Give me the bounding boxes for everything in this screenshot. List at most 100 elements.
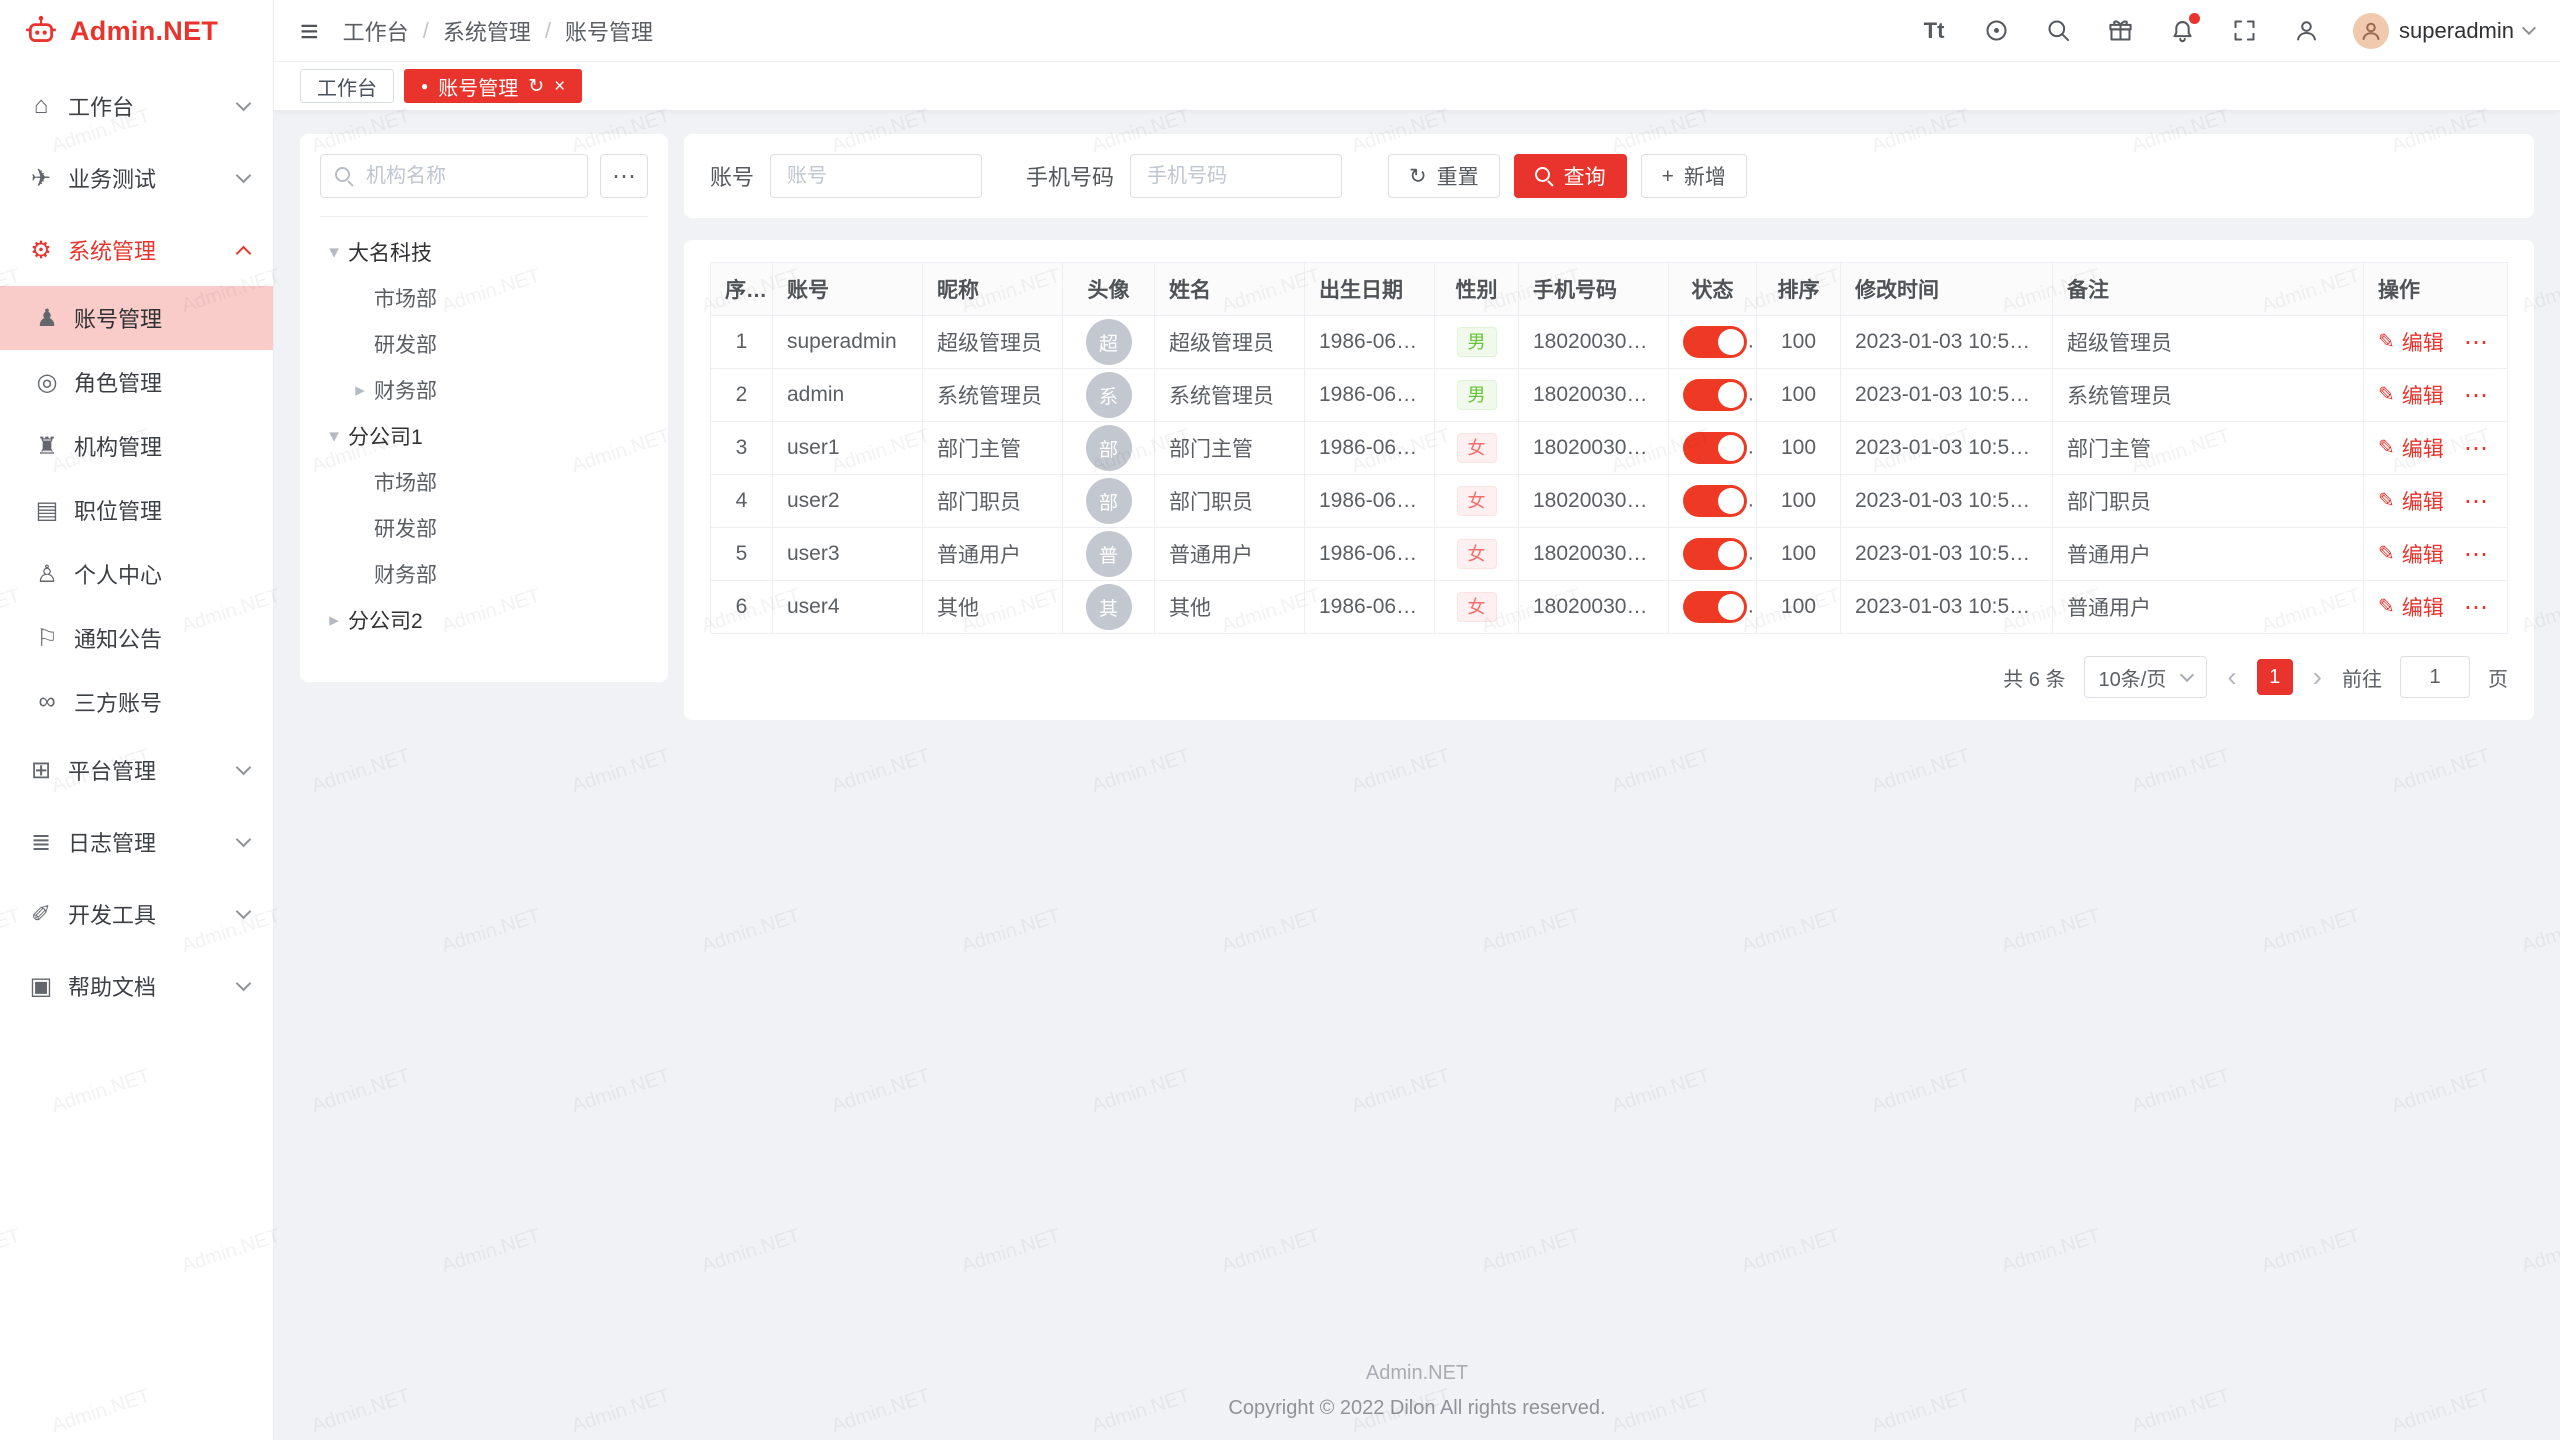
sidebar-item-notice[interactable]: ⚐通知公告	[0, 606, 273, 670]
account-label: 账号	[710, 160, 754, 192]
sidebar-item-role-manage[interactable]: ◎角色管理	[0, 350, 273, 414]
more-actions-button[interactable]: ⋯	[2464, 329, 2488, 356]
font-size-icon[interactable]: Tt	[1919, 16, 1949, 46]
sidebar-item-third-party-account[interactable]: ∞三方账号	[0, 670, 273, 734]
reset-button[interactable]: ↻ 重置	[1388, 154, 1500, 198]
tree-node-label: 研发部	[374, 329, 437, 359]
more-actions-button[interactable]: ⋯	[2464, 541, 2488, 568]
sidebar-item-org-manage[interactable]: ♜机构管理	[0, 414, 273, 478]
tree-node[interactable]: ▾大名科技	[320, 229, 648, 275]
caret-right-icon[interactable]: ▸	[346, 379, 374, 402]
cell-gender: 女	[1435, 422, 1519, 475]
sidebar-item-dev-tools[interactable]: ✐开发工具	[0, 878, 273, 950]
edit-button[interactable]: ✎编辑	[2378, 539, 2444, 569]
topbar-actions: Tt superadmin	[1919, 13, 2534, 49]
page-number-current[interactable]: 1	[2257, 659, 2293, 695]
tree-node-label: 财务部	[374, 375, 437, 405]
search-button[interactable]: 查询	[1514, 154, 1627, 198]
column-header: 手机号码	[1519, 263, 1669, 316]
edit-button[interactable]: ✎编辑	[2378, 380, 2444, 410]
edit-button[interactable]: ✎编辑	[2378, 327, 2444, 357]
tab-refresh-icon[interactable]: ↻	[528, 77, 544, 96]
status-toggle[interactable]	[1683, 379, 1747, 411]
hamburger-icon[interactable]: ≡	[300, 15, 319, 47]
tree-node[interactable]: 研发部	[320, 505, 648, 551]
next-page-button[interactable]: ›	[2311, 663, 2324, 691]
profile-icon[interactable]	[2291, 16, 2321, 46]
logo[interactable]: Admin.NET	[0, 0, 273, 62]
sidebar-item-workbench[interactable]: ⌂工作台	[0, 70, 273, 142]
edit-button[interactable]: ✎编辑	[2378, 592, 2444, 622]
tree-node[interactable]: ▾分公司1	[320, 413, 648, 459]
cell-remark: 普通用户	[2053, 528, 2364, 581]
notification-icon[interactable]	[2167, 16, 2197, 46]
edit-button[interactable]: ✎编辑	[2378, 486, 2444, 516]
sidebar-item-business-test[interactable]: ✈业务测试	[0, 142, 273, 214]
more-actions-button[interactable]: ⋯	[2464, 382, 2488, 409]
status-toggle[interactable]	[1683, 432, 1747, 464]
sidebar-item-position-manage[interactable]: ▤职位管理	[0, 478, 273, 542]
more-actions-button[interactable]: ⋯	[2464, 488, 2488, 515]
sidebar-item-account-manage[interactable]: ♟账号管理	[0, 286, 273, 350]
system-manage-icon: ⚙	[24, 236, 58, 265]
tree-node-label: 财务部	[374, 559, 437, 589]
cell-operations: ✎编辑 ⋯	[2364, 316, 2508, 369]
search-icon[interactable]	[2043, 16, 2073, 46]
status-toggle[interactable]	[1683, 485, 1747, 517]
tree-node[interactable]: 财务部	[320, 551, 648, 597]
account-input[interactable]	[785, 164, 967, 189]
sidebar-item-platform-manage[interactable]: ⊞平台管理	[0, 734, 273, 806]
locale-icon[interactable]	[1981, 16, 2011, 46]
sidebar-item-label: 个人中心	[74, 558, 162, 590]
tab-工作台[interactable]: 工作台	[300, 69, 394, 103]
tree-node[interactable]: 市场部	[320, 275, 648, 321]
sidebar-item-profile-center[interactable]: ♙个人中心	[0, 542, 273, 606]
edit-button[interactable]: ✎编辑	[2378, 433, 2444, 463]
cell-nickname: 部门职员	[923, 475, 1063, 528]
sidebar-item-log-manage[interactable]: ≣日志管理	[0, 806, 273, 878]
tree-node-label: 分公司2	[348, 605, 423, 635]
chevron-down-icon	[2180, 668, 2194, 682]
status-toggle[interactable]	[1683, 326, 1747, 358]
gift-icon[interactable]	[2105, 16, 2135, 46]
tree-node[interactable]: ▸财务部	[320, 367, 648, 413]
org-search-box	[320, 154, 588, 198]
cell-modified-time: 2023-01-03 10:59:44	[1841, 422, 2053, 475]
phone-input[interactable]	[1145, 164, 1327, 189]
cell-operations: ✎编辑 ⋯	[2364, 528, 2508, 581]
cell-operations: ✎编辑 ⋯	[2364, 369, 2508, 422]
page-size-select[interactable]: 10条/页	[2084, 656, 2208, 698]
cell-remark: 部门主管	[2053, 422, 2364, 475]
cell-avatar: 部	[1063, 422, 1155, 475]
caret-down-icon[interactable]: ▾	[320, 425, 348, 448]
prev-page-button[interactable]: ‹	[2225, 663, 2238, 691]
user-menu[interactable]: superadmin	[2353, 13, 2534, 49]
tree-node[interactable]: 研发部	[320, 321, 648, 367]
org-search-input[interactable]	[364, 164, 573, 189]
caret-down-icon[interactable]: ▾	[320, 241, 348, 264]
breadcrumb-item[interactable]: 系统管理	[443, 15, 531, 47]
more-actions-button[interactable]: ⋯	[2464, 435, 2488, 462]
cell-gender: 女	[1435, 581, 1519, 634]
fullscreen-icon[interactable]	[2229, 16, 2259, 46]
plus-icon: +	[1662, 166, 1674, 187]
status-toggle[interactable]	[1683, 538, 1747, 570]
breadcrumb-item[interactable]: 账号管理	[565, 15, 653, 47]
tree-node[interactable]: 市场部	[320, 459, 648, 505]
more-actions-button[interactable]: ⋯	[2464, 594, 2488, 621]
breadcrumb-item[interactable]: 工作台	[343, 15, 409, 47]
status-toggle[interactable]	[1683, 591, 1747, 623]
cell-sort: 100	[1757, 528, 1841, 581]
tab-账号管理[interactable]: ●账号管理↻×	[404, 69, 582, 103]
sidebar-item-help-docs[interactable]: ▣帮助文档	[0, 950, 273, 1022]
tree-node[interactable]: ▸分公司2	[320, 597, 648, 643]
add-button[interactable]: + 新增	[1641, 154, 1747, 198]
app-title: Admin.NET	[70, 16, 218, 47]
goto-page-input[interactable]	[2400, 656, 2470, 698]
column-header: 修改时间	[1841, 263, 2053, 316]
caret-right-icon[interactable]: ▸	[320, 609, 348, 632]
platform-manage-icon: ⊞	[24, 756, 58, 785]
org-more-button[interactable]: ⋯	[600, 154, 648, 198]
sidebar-item-system-manage[interactable]: ⚙系统管理	[0, 214, 273, 286]
tab-close-icon[interactable]: ×	[554, 77, 565, 96]
